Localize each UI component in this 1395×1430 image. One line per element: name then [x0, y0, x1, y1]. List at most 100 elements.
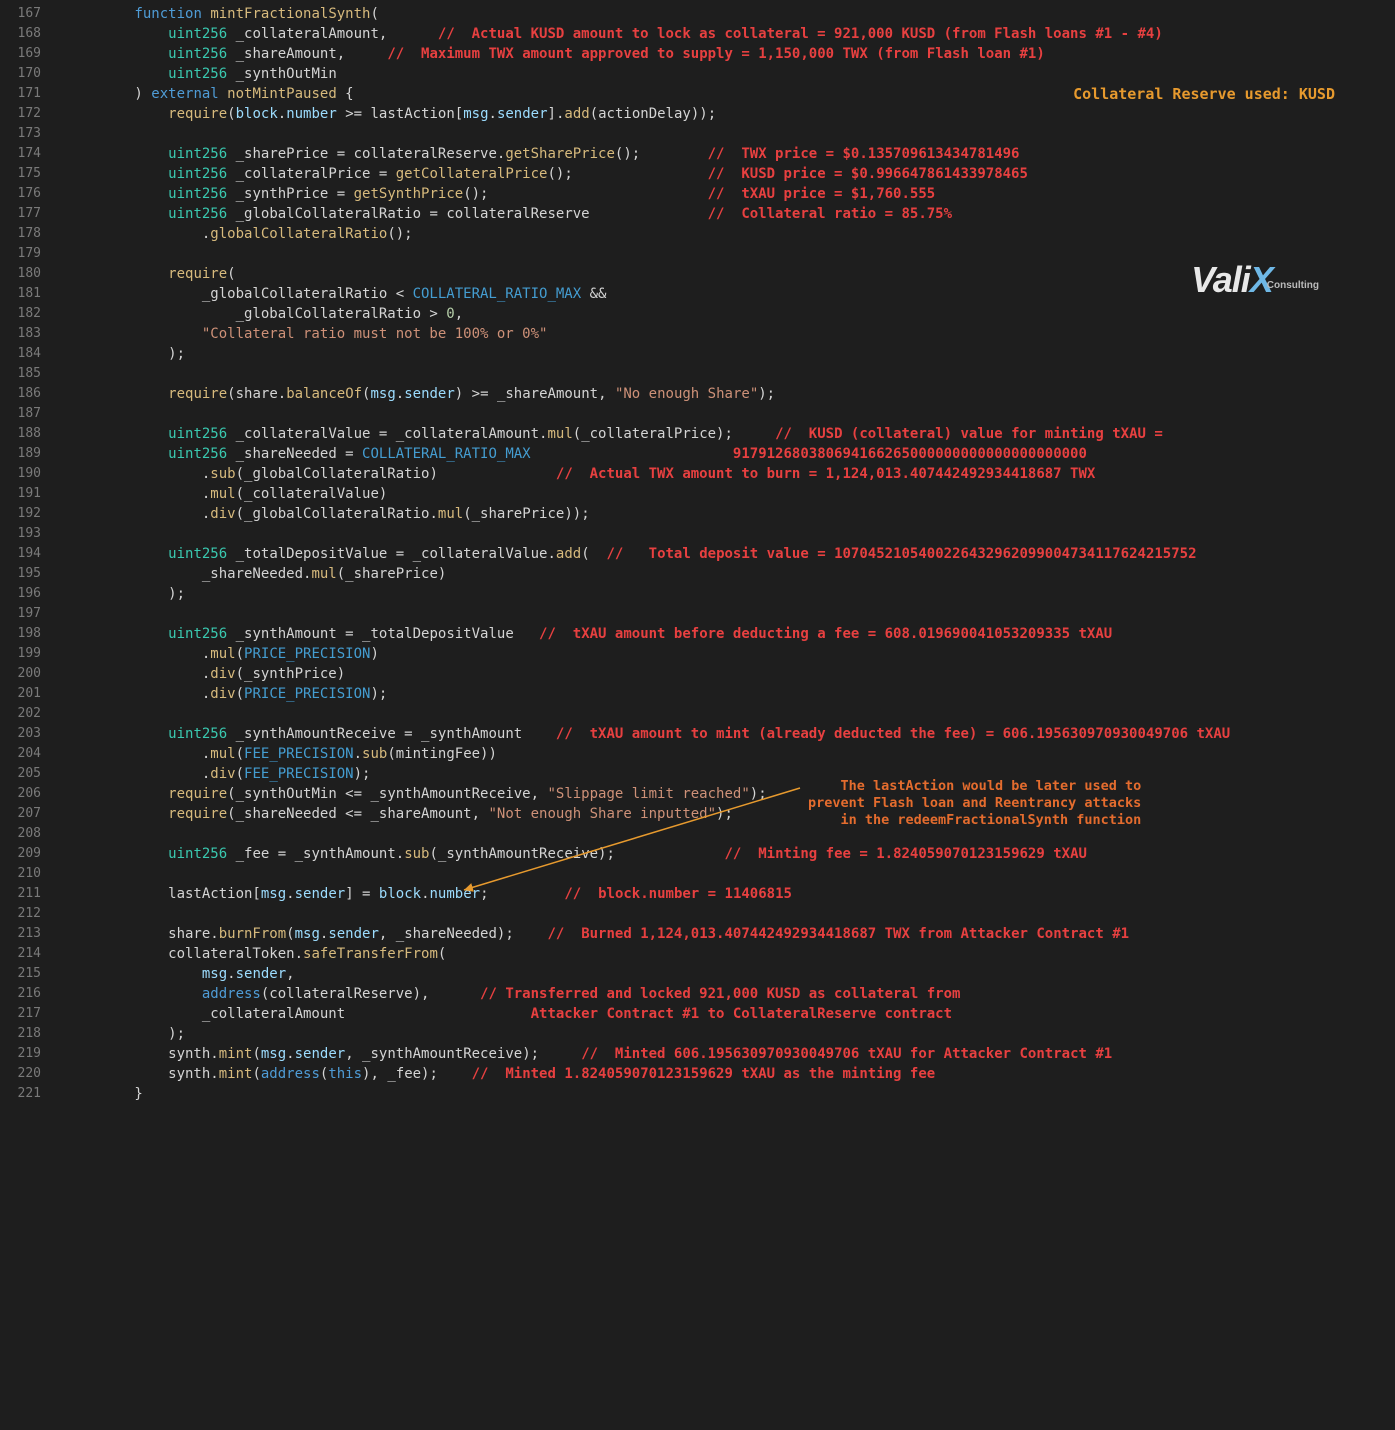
annotation: // tXAU amount to mint (already deducted…: [556, 726, 1230, 742]
line-number: 182: [0, 304, 41, 324]
code-line: address(collateralReserve), // Transferr…: [67, 984, 1395, 1004]
code-line: "Collateral ratio must not be 100% or 0%…: [67, 324, 1395, 344]
code-line: [67, 604, 1395, 624]
code-line: .div(_globalCollateralRatio.mul(_sharePr…: [67, 504, 1395, 524]
code-line: );: [67, 584, 1395, 604]
arrow-note-line: The lastAction would be later used to: [808, 778, 1141, 795]
code-line: uint256 _shareNeeded = COLLATERAL_RATIO_…: [67, 444, 1395, 464]
code-line: [67, 404, 1395, 424]
code-line: uint256 _synthAmount = _totalDepositValu…: [67, 624, 1395, 644]
line-number: 202: [0, 704, 41, 724]
code-line: uint256 _globalCollateralRatio = collate…: [67, 204, 1395, 224]
line-number: 217: [0, 1004, 41, 1024]
valix-logo: ValiXConsulting: [1191, 270, 1325, 300]
logo-sub: Consulting: [1267, 280, 1319, 291]
line-number: 191: [0, 484, 41, 504]
line-number: 211: [0, 884, 41, 904]
annotation: // KUSD price = $0.996647861433978465: [708, 166, 1028, 182]
code-line: uint256 _synthAmountReceive = _synthAmou…: [67, 724, 1395, 744]
arrow-note-line: in the redeemFractionalSynth function: [808, 812, 1141, 829]
line-number: 172: [0, 104, 41, 124]
code-line: share.burnFrom(msg.sender, _shareNeeded)…: [67, 924, 1395, 944]
code-line: [67, 904, 1395, 924]
line-number: 197: [0, 604, 41, 624]
line-number: 210: [0, 864, 41, 884]
code-line: .globalCollateralRatio();: [67, 224, 1395, 244]
line-number: 195: [0, 564, 41, 584]
line-number: 176: [0, 184, 41, 204]
line-number: 206: [0, 784, 41, 804]
line-number: 219: [0, 1044, 41, 1064]
code-line: require(share.balanceOf(msg.sender) >= _…: [67, 384, 1395, 404]
line-number: 179: [0, 244, 41, 264]
line-number: 198: [0, 624, 41, 644]
code-line: );: [67, 1024, 1395, 1044]
annotation: Attacker Contract #1 to CollateralReserv…: [531, 1006, 952, 1022]
line-number: 196: [0, 584, 41, 604]
code-line: _shareNeeded.mul(_sharePrice): [67, 564, 1395, 584]
line-number: 184: [0, 344, 41, 364]
line-number: 173: [0, 124, 41, 144]
code-line: [67, 524, 1395, 544]
code-line: .mul(PRICE_PRECISION): [67, 644, 1395, 664]
line-number: 221: [0, 1084, 41, 1104]
line-number: 204: [0, 744, 41, 764]
annotation: // tXAU price = $1,760.555: [708, 186, 936, 202]
line-number: 212: [0, 904, 41, 924]
code-line: synth.mint(address(this), _fee); // Mint…: [67, 1064, 1395, 1084]
line-number: 181: [0, 284, 41, 304]
reserve-label: Collateral Reserve used: KUSD: [1073, 84, 1335, 104]
code-line: [67, 364, 1395, 384]
line-number: 171: [0, 84, 41, 104]
annotation: // KUSD (collateral) value for minting t…: [775, 426, 1163, 442]
line-number: 187: [0, 404, 41, 424]
annotation: // Collateral ratio = 85.75%: [708, 206, 952, 222]
line-number: 201: [0, 684, 41, 704]
code-area[interactable]: function mintFractionalSynth( uint256 _c…: [55, 0, 1395, 1104]
line-number: 167: [0, 4, 41, 24]
annotation: // Transferred and locked 921,000 KUSD a…: [480, 986, 960, 1002]
code-line: uint256 _totalDepositValue = _collateral…: [67, 544, 1395, 564]
line-number: 207: [0, 804, 41, 824]
line-number: 177: [0, 204, 41, 224]
code-line: uint256 _collateralValue = _collateralAm…: [67, 424, 1395, 444]
code-line: function mintFractionalSynth(: [67, 4, 1395, 24]
line-number: 213: [0, 924, 41, 944]
code-line: );: [67, 344, 1395, 364]
line-number: 214: [0, 944, 41, 964]
code-line: uint256 _shareAmount, // Maximum TWX amo…: [67, 44, 1395, 64]
arrow-annotation: [460, 782, 805, 894]
line-number: 190: [0, 464, 41, 484]
line-number: 186: [0, 384, 41, 404]
line-number-gutter: 1671681691701711721731741751761771781791…: [0, 0, 55, 1104]
code-editor: 1671681691701711721731741751761771781791…: [0, 0, 1395, 1104]
code-line: .mul(_collateralValue): [67, 484, 1395, 504]
annotation: 9179126803806941662650000000000000000000…: [733, 446, 1087, 462]
code-line: .sub(_globalCollateralRatio) // Actual T…: [67, 464, 1395, 484]
line-number: 170: [0, 64, 41, 84]
line-number: 203: [0, 724, 41, 744]
annotation: // TWX price = $0.135709613434781496: [708, 146, 1020, 162]
line-number: 168: [0, 24, 41, 44]
code-line: uint256 _synthPrice = getSynthPrice(); /…: [67, 184, 1395, 204]
annotation: // Minted 606.195630970930049706 tXAU fo…: [581, 1046, 1112, 1062]
code-line: collateralToken.safeTransferFrom(: [67, 944, 1395, 964]
annotation: // Actual KUSD amount to lock as collate…: [438, 26, 1163, 42]
code-line: .div(FEE_PRECISION);: [67, 764, 1395, 784]
line-number: 194: [0, 544, 41, 564]
line-number: 200: [0, 664, 41, 684]
logo-main: Vali: [1191, 259, 1250, 300]
annotation: // Maximum TWX amount approved to supply…: [387, 46, 1044, 62]
code-line: uint256 _sharePrice = collateralReserve.…: [67, 144, 1395, 164]
line-number: 169: [0, 44, 41, 64]
line-number: 220: [0, 1064, 41, 1084]
annotation: // Burned 1,124,013.407442492934418687 T…: [547, 926, 1129, 942]
line-number: 174: [0, 144, 41, 164]
annotation: // Minted 1.824059070123159629 tXAU as t…: [472, 1066, 936, 1082]
code-line: [67, 704, 1395, 724]
line-number: 216: [0, 984, 41, 1004]
code-line: .mul(FEE_PRECISION.sub(mintingFee)): [67, 744, 1395, 764]
code-line: .div(PRICE_PRECISION);: [67, 684, 1395, 704]
line-number: 180: [0, 264, 41, 284]
annotation: // Total deposit value = 107045210540022…: [607, 546, 1197, 562]
